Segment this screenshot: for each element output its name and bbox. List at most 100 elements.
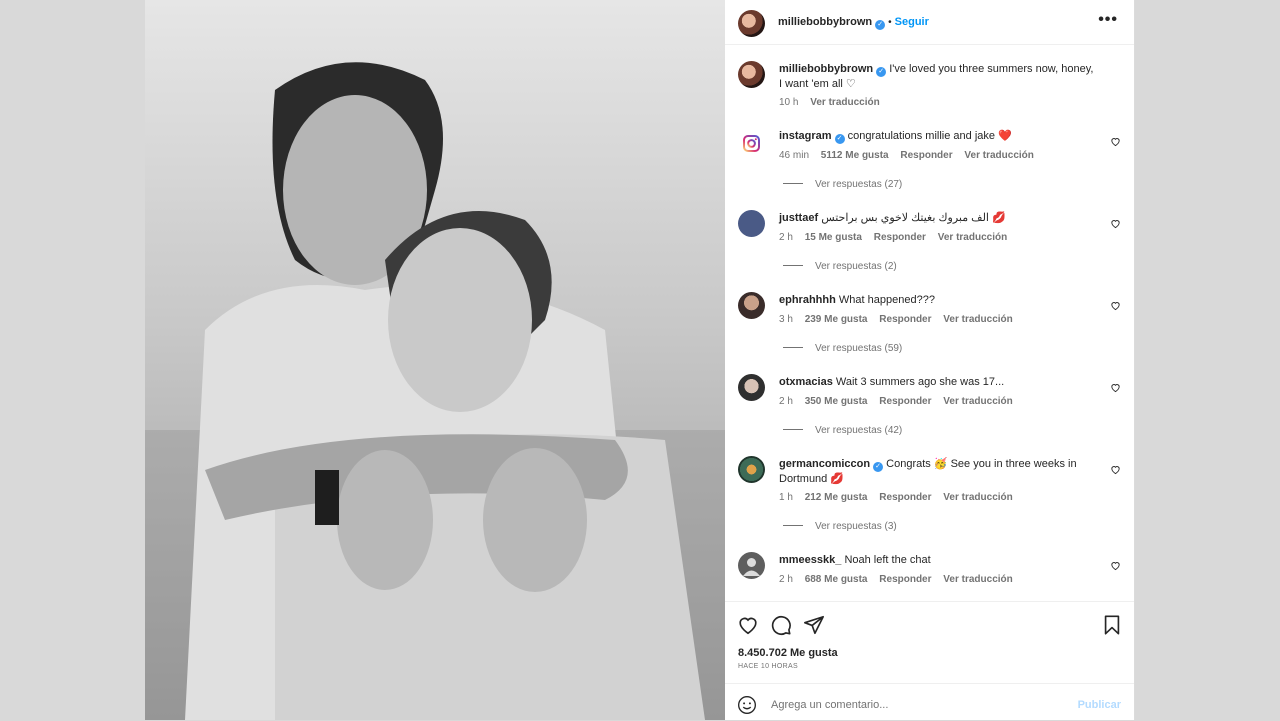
like-comment-icon[interactable] <box>1110 382 1121 393</box>
replies-line <box>783 429 803 430</box>
more-options-icon[interactable]: ••• <box>1098 11 1118 29</box>
commenter-avatar[interactable] <box>738 552 765 579</box>
verified-icon: ✓ <box>875 20 886 30</box>
comment-meta: 2 h 350 Me gusta Responder Ver traducció… <box>779 396 1022 407</box>
like-comment-icon[interactable] <box>1110 560 1121 571</box>
translate-link[interactable]: Ver traducción <box>943 314 1012 325</box>
caption-translate-link[interactable]: Ver traducción <box>810 97 879 108</box>
reply-button[interactable]: Responder <box>879 492 931 503</box>
comment-input[interactable]: Agrega un comentario... <box>771 699 888 711</box>
reply-button[interactable]: Responder <box>879 314 931 325</box>
publish-button[interactable]: Publicar <box>1078 699 1121 711</box>
comment-meta: 3 h 239 Me gusta Responder Ver traducció… <box>779 314 1022 325</box>
commenter-avatar[interactable] <box>738 210 765 237</box>
reply-button[interactable]: Responder <box>874 232 926 243</box>
emoji-icon[interactable] <box>737 695 757 715</box>
view-replies-button[interactable]: Ver respuestas (59) <box>783 343 902 354</box>
follow-button[interactable]: Seguir <box>895 16 929 28</box>
comment-likes[interactable]: 212 Me gusta <box>805 492 868 503</box>
replies-line <box>783 525 803 526</box>
view-replies-button[interactable]: Ver respuestas (27) <box>783 179 902 190</box>
comment-likes[interactable]: 239 Me gusta <box>805 314 868 325</box>
share-icon[interactable] <box>803 614 825 636</box>
comment-username[interactable]: instagram <box>779 130 832 142</box>
comment-likes[interactable]: 5112 Me gusta <box>821 150 889 161</box>
commenter-avatar[interactable] <box>738 292 765 319</box>
translate-link[interactable]: Ver traducción <box>943 574 1012 585</box>
comment-time: 2 h <box>779 574 793 585</box>
comment-time: 46 min <box>779 150 810 161</box>
comment-text: justtaef الف مبروك بغيتك لاخوي بس براحتس… <box>779 211 1099 226</box>
likes-count[interactable]: 8.450.702 Me gusta <box>738 647 838 659</box>
comment-meta: 1 h 212 Me gusta Responder Ver traducció… <box>779 492 1022 503</box>
commenter-avatar[interactable] <box>738 374 765 401</box>
like-comment-icon[interactable] <box>1110 300 1121 311</box>
comment-body: What happened??? <box>838 294 935 306</box>
translate-link[interactable]: Ver traducción <box>938 232 1007 243</box>
author-username[interactable]: milliebobbybrown <box>778 16 872 28</box>
caption-username[interactable]: milliebobbybrown <box>779 63 873 75</box>
comment-text: otxmacias Wait 3 summers ago she was 17.… <box>779 375 1099 390</box>
replies-line <box>783 265 803 266</box>
comment-username[interactable]: ephrahhhh <box>779 294 836 306</box>
view-replies-label: Ver respuestas (2) <box>815 261 897 272</box>
comment-meta: 2 h 15 Me gusta Responder Ver traducción <box>779 232 1016 243</box>
comment-text: instagram ✓ congratulations millie and ja… <box>779 129 1099 144</box>
reply-button[interactable]: Responder <box>900 150 952 161</box>
like-comment-icon[interactable] <box>1110 464 1121 475</box>
instagram-logo-icon[interactable] <box>738 130 765 157</box>
view-replies-button[interactable]: Ver respuestas (42) <box>783 425 902 436</box>
comment-body: Wait 3 summers ago she was 17... <box>835 376 1005 388</box>
post-panel: milliebobbybrown ✓ • Seguir ••• milliebobby… <box>725 0 1135 720</box>
comment-text: germancomiccon ✓ Congrats 🥳 See you in th… <box>779 457 1099 487</box>
like-icon[interactable] <box>737 614 759 636</box>
view-replies-label: Ver respuestas (59) <box>815 343 903 354</box>
post-time-ago: HACE 10 HORAS <box>738 663 798 670</box>
comment-time: 1 h <box>779 492 793 503</box>
comment-body: Noah left the chat <box>844 554 931 566</box>
comment-time: 3 h <box>779 314 793 325</box>
view-replies-button[interactable]: Ver respuestas (2) <box>783 261 897 272</box>
translate-link[interactable]: Ver traducción <box>943 492 1012 503</box>
comment-username[interactable]: justtaef <box>779 212 818 224</box>
comment-body: الف مبروك بغيتك لاخوي بس براحتس 💋 <box>821 212 1006 224</box>
comment-username[interactable]: otxmacias <box>779 376 833 388</box>
caption-time: 10 h <box>779 97 799 108</box>
comments-list[interactable]: milliebobbybrown ✓ I've loved you three s… <box>725 45 1134 600</box>
view-replies-label: Ver respuestas (3) <box>815 521 897 532</box>
author-avatar[interactable] <box>738 10 765 37</box>
replies-line <box>783 347 803 348</box>
verified-icon: ✓ <box>873 462 884 472</box>
translate-link[interactable]: Ver traducción <box>943 396 1012 407</box>
like-comment-icon[interactable] <box>1110 218 1121 229</box>
commenter-avatar[interactable] <box>738 456 765 483</box>
like-comment-icon[interactable] <box>1110 136 1121 147</box>
comment-username[interactable]: mmeesskk_ <box>779 554 841 566</box>
comment-meta: 2 h 688 Me gusta Responder Ver traducció… <box>779 574 1022 585</box>
reply-button[interactable]: Responder <box>879 396 931 407</box>
verified-icon: ✓ <box>834 134 845 144</box>
comment-likes[interactable]: 688 Me gusta <box>805 574 868 585</box>
reply-button[interactable]: Responder <box>879 574 931 585</box>
comment-text: mmeesskk_ Noah left the chat <box>779 553 1099 568</box>
comment-meta: 46 min 5112 Me gusta Responder Ver tradu… <box>779 150 1043 161</box>
author-row: milliebobbybrown ✓ • Seguir <box>778 16 929 30</box>
post-photo <box>145 0 725 720</box>
caption-text: milliebobbybrown ✓ I've loved you three s… <box>779 62 1099 92</box>
separator-dot: • <box>888 17 892 28</box>
comment-likes[interactable]: 350 Me gusta <box>805 396 868 407</box>
translate-link[interactable]: Ver traducción <box>964 150 1033 161</box>
comment-time: 2 h <box>779 396 793 407</box>
view-replies-button[interactable]: Ver respuestas (3) <box>783 521 897 532</box>
comment-text: ephrahhhh What happened??? <box>779 293 1099 308</box>
view-replies-label: Ver respuestas (27) <box>815 179 903 190</box>
comment-composer: Agrega un comentario... Publicar <box>725 683 1134 721</box>
post-actions: 8.450.702 Me gusta HACE 10 HORAS <box>725 601 1134 683</box>
comment-username[interactable]: germancomiccon <box>779 458 870 470</box>
save-bookmark-icon[interactable] <box>1101 614 1123 636</box>
comment-likes[interactable]: 15 Me gusta <box>805 232 862 243</box>
comment-body: congratulations millie and jake ❤️ <box>847 130 1012 142</box>
comment-icon[interactable] <box>770 614 792 636</box>
caption-avatar[interactable] <box>738 61 765 88</box>
comment-time: 2 h <box>779 232 793 243</box>
